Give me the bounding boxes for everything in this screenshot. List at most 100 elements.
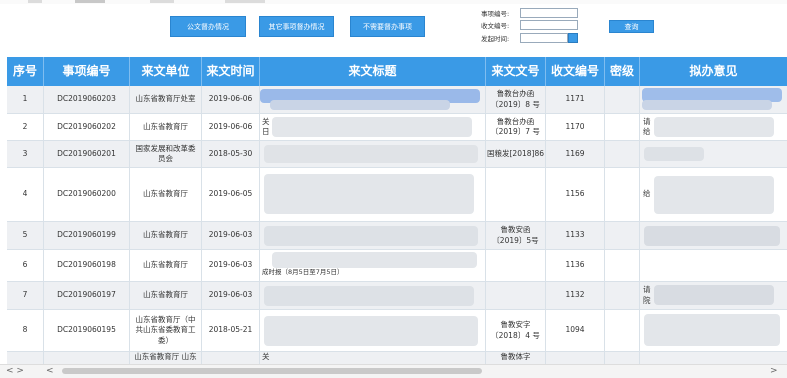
cell-opinion: [640, 250, 787, 281]
cell-unit: 山东省教育厅: [130, 282, 202, 309]
other-items-supervision-button[interactable]: 其它事项督办情况: [259, 16, 334, 37]
cell-doc-no: [486, 250, 546, 281]
redacted-text: [272, 117, 472, 137]
cell-unit: 国家发展和改革委 员会: [130, 141, 202, 167]
cell-date: 2019-06-03: [202, 222, 260, 249]
cell-date: 2019-06-06: [202, 86, 260, 113]
table-row[interactable]: 3 DC2019060201 国家发展和改革委 员会 2018-05-30 国粮…: [7, 141, 787, 168]
cell-secret: [605, 168, 640, 221]
cell-unit: 山东省教育厅: [130, 222, 202, 249]
table-row[interactable]: 7 DC2019060197 山东省教育厅 2019-06-03 1132 请 …: [7, 282, 787, 310]
cell-unit: 山东省教育厅（中 共山东省委教育工 委）: [130, 310, 202, 351]
cell-opinion: 请 院: [640, 282, 787, 309]
table-body: 1 DC2019060203 山东省教育厅处室 2019-06-06 鲁教台办函…: [7, 86, 787, 366]
col-secret: 密级: [605, 57, 640, 86]
cell-recv-no: 1094: [546, 310, 605, 351]
cell-doc-no: 国粮发[2018]86: [486, 141, 546, 167]
col-title: 来文标题: [260, 57, 486, 86]
cell-opinion: [640, 86, 787, 113]
redacted-text: [270, 100, 450, 110]
cell-unit: 山东省教育厅处室: [130, 86, 202, 113]
redacted-text: [654, 285, 774, 305]
redacted-text: [264, 316, 478, 346]
col-opinion: 拟办意见: [689, 64, 738, 78]
cell-secret: [605, 86, 640, 113]
date-input[interactable]: [520, 33, 568, 43]
table-row[interactable]: 1 DC2019060203 山东省教育厅处室 2019-06-06 鲁教台办函…: [7, 86, 787, 114]
cell-date: 2019-06-03: [202, 250, 260, 281]
cell-title: [260, 282, 486, 309]
cell-seq: 8: [7, 310, 44, 351]
scroll-nav-icon[interactable]: < >: [6, 365, 24, 378]
cell-recv-no: 1136: [546, 250, 605, 281]
table-header: 序号 事项编号 来文单位 来文时间 来文标题 来文文号 收文编号 密级 拟办意见: [7, 57, 787, 86]
table-row[interactable]: 6 DC2019060198 山东省教育厅 2019-06-03 关 于 成时报…: [7, 250, 787, 282]
cell-doc-no: [486, 168, 546, 221]
table-row[interactable]: 2 DC2019060202 山东省教育厅 2019-06-06 关 日 鲁教台…: [7, 114, 787, 141]
cell-seq: 1: [7, 86, 44, 113]
table-row[interactable]: 4 DC2019060200 山东省教育厅 2019-06-05 1156 给: [7, 168, 787, 222]
cell-opinion: [640, 222, 787, 249]
redacted-text: [644, 226, 780, 246]
cell-title: [260, 310, 486, 351]
cell-doc-no: 鲁教台办函 〔2019〕8 号: [486, 86, 546, 113]
cell-recv-no: 1170: [546, 114, 605, 140]
redacted-text: [642, 100, 772, 110]
chevron-left-icon[interactable]: <: [46, 365, 54, 378]
cell-doc-no: [486, 282, 546, 309]
top-strip-mark: [75, 0, 105, 3]
cell-secret: [605, 222, 640, 249]
cell-recv-no: 1133: [546, 222, 605, 249]
cell-recv-no: 1132: [546, 282, 605, 309]
cell-secret: [605, 114, 640, 140]
cell-item-no: DC2019060203: [44, 86, 130, 113]
date-label: 发起时间:: [481, 35, 510, 43]
scrollbar-thumb[interactable]: [62, 368, 482, 374]
cell-title: [260, 86, 486, 113]
cell-date: 2019-06-06: [202, 114, 260, 140]
redacted-text: [264, 226, 478, 246]
col-seq: 序号: [7, 57, 44, 86]
cell-item-no: DC2019060195: [44, 310, 130, 351]
calendar-icon[interactable]: [568, 33, 578, 43]
receipt-no-label: 收文编号:: [481, 22, 510, 30]
col-doc-no: 来文文号: [486, 57, 546, 86]
redacted-text: [644, 314, 780, 346]
cell-doc-no: 鲁教台办函 〔2019〕7 号: [486, 114, 546, 140]
redacted-text: [654, 176, 774, 214]
cell-opinion: [640, 141, 787, 167]
top-strip-mark: [225, 0, 265, 3]
cell-unit: 山东省教育厅: [130, 168, 202, 221]
opinion-fragment: 请 给: [643, 116, 651, 136]
cell-title: 关 日: [260, 114, 486, 140]
col-date: 来文时间: [202, 57, 260, 86]
cell-title: [260, 141, 486, 167]
cell-date: 2018-05-30: [202, 141, 260, 167]
cell-seq: 7: [7, 282, 44, 309]
redacted-text: [644, 147, 704, 161]
opinion-fragment: 请 院: [643, 285, 651, 305]
cell-secret: [605, 282, 640, 309]
cell-secret: [605, 141, 640, 167]
cell-seq: 6: [7, 250, 44, 281]
no-supervision-needed-button[interactable]: 不需要督办事项: [350, 16, 425, 37]
cell-date: 2019-06-05: [202, 168, 260, 221]
table-row[interactable]: 8 DC2019060195 山东省教育厅（中 共山东省委教育工 委） 2018…: [7, 310, 787, 352]
top-scroll-strip: [0, 0, 787, 4]
receipt-no-input[interactable]: [520, 20, 578, 30]
query-button[interactable]: 查询: [609, 20, 654, 33]
cell-seq: 2: [7, 114, 44, 140]
cell-recv-no: 1171: [546, 86, 605, 113]
chevron-right-icon[interactable]: >: [770, 365, 778, 378]
cell-seq: 3: [7, 141, 44, 167]
item-no-input[interactable]: [520, 8, 578, 18]
redacted-text: [264, 145, 478, 163]
table-row[interactable]: 5 DC2019060199 山东省教育厅 2019-06-03 鲁教安函 〔2…: [7, 222, 787, 250]
cell-item-no: DC2019060197: [44, 282, 130, 309]
title-fragment: 关 日: [262, 116, 270, 136]
horizontal-scrollbar[interactable]: < > < >: [0, 364, 787, 378]
cell-unit: 山东省教育厅: [130, 114, 202, 140]
official-doc-supervision-button[interactable]: 公文督办情况: [170, 16, 246, 37]
cell-title: 关 于 成时报（8月5日至7月5日）: [260, 250, 486, 281]
top-strip-mark: [28, 0, 42, 3]
